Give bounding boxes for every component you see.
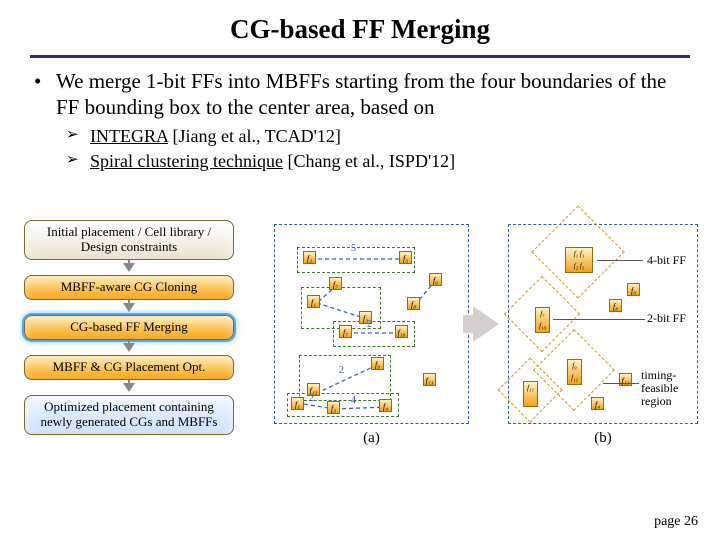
ff-node: f₅ [399, 251, 412, 264]
flow-step-3: CG-based FF Merging [24, 315, 234, 340]
edge-weight: 5 [351, 243, 356, 254]
ff-node: f₆ [627, 283, 640, 296]
legend-2bit: 2-bit FF [647, 311, 686, 326]
figure-area: Initial placement / Cell library / Desig… [14, 218, 706, 478]
ff-node: f₃ [327, 401, 340, 414]
slide-title: CG-based FF Merging [0, 0, 720, 53]
ff-node: f₁ [291, 397, 304, 410]
ff-node: f₁₀ [395, 325, 408, 338]
ff-node: f₄ [591, 397, 604, 410]
ff-node: f₁₁ [423, 373, 436, 386]
arrow-down-icon [123, 303, 135, 312]
bullet-sub-2: Spiral clustering technique [Chang et al… [90, 150, 690, 173]
diagram-panel-a: f₂ f₅ f₇ f₈ f₆ f₁ f₃ f₇ f₁₀ f₉ f₁₂ f₁₁ f… [274, 224, 469, 424]
ff-node: f₈ [609, 299, 622, 312]
mbff-4bit: f₁ f₃f₂ f₅ [565, 247, 593, 273]
legend-leader [603, 383, 639, 384]
diagram-panel-b: f₁ f₃f₂ f₅ f₇f₁₀ f₉f₁₂ f₁₁ f₆ f₈ f₁₁ f₄ … [508, 224, 698, 424]
bullet-sub-1: INTEGRA [Jiang et al., TCAD'12] [90, 125, 690, 148]
ff-node: f₂ [303, 251, 316, 264]
ff-node: f₇ [329, 277, 342, 290]
flow-step-4: MBFF & CG Placement Opt. [24, 355, 234, 380]
sub2-rest: [Chang et al., ISPD'12] [283, 151, 455, 171]
sub2-lead: Spiral clustering technique [90, 151, 283, 171]
legend-region: timing-feasible region [641, 369, 697, 409]
page-number: page 26 [654, 514, 698, 530]
edge-weight: 2 [339, 365, 344, 376]
panel-b-label: (b) [594, 430, 612, 447]
ff-node: f₁ [307, 295, 320, 308]
ff-node: f₆ [429, 273, 442, 286]
flow-step-2: MBFF-aware CG Cloning [24, 275, 234, 300]
mbff-2bit: f₉f₁₂ [567, 359, 582, 385]
edge-weight: 2 [309, 393, 314, 404]
ff-node: f₁₁ [619, 373, 632, 386]
edge-weight: 4 [351, 395, 356, 406]
arrow-right-icon [473, 306, 499, 342]
legend-leader [553, 319, 645, 320]
edge-weight: 2 [367, 319, 372, 330]
flow-step-1: Initial placement / Cell library / Desig… [24, 220, 234, 260]
mbff-2bit: f₇f₁₀ [535, 307, 550, 333]
sub1-lead: INTEGRA [90, 126, 168, 146]
arrow-down-icon [123, 343, 135, 352]
title-rule [30, 55, 690, 58]
sub1-rest: [Jiang et al., TCAD'12] [168, 126, 341, 146]
bullet-main: We merge 1-bit FFs into MBFFs starting f… [56, 68, 690, 121]
flowchart: Initial placement / Cell library / Desig… [14, 220, 244, 435]
ff-node: f₄ [379, 399, 392, 412]
arrow-down-icon [123, 383, 135, 392]
mbff-2bit: f₁₁ [523, 381, 538, 407]
legend-leader [597, 260, 643, 261]
ff-node: f₉ [371, 357, 384, 370]
ff-node: f₈ [407, 297, 420, 310]
ff-node: f₇ [339, 325, 352, 338]
arrow-down-icon [123, 263, 135, 272]
panel-a-label: (a) [363, 430, 380, 447]
legend-4bit: 4-bit FF [647, 253, 686, 268]
flow-step-5: Optimized placement containing newly gen… [24, 395, 234, 435]
